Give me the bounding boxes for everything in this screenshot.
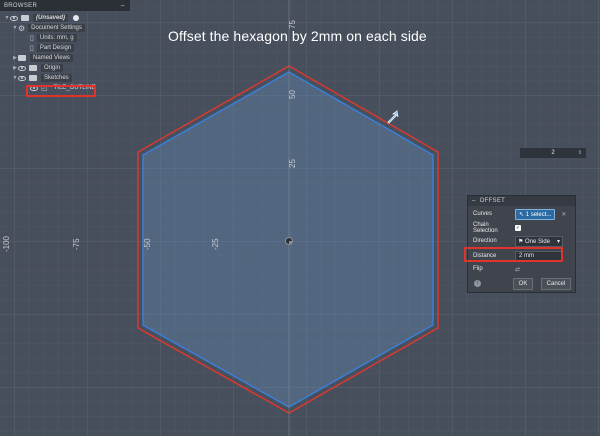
- offset-dialog: – OFFSET Curves ↖ 1 select... ✕ Chain Se…: [467, 195, 576, 293]
- tree-units[interactable]: ▯ Units: mm, g: [30, 33, 130, 43]
- ok-button[interactable]: OK: [513, 278, 533, 290]
- browser-panel: BROWSER ⇔ ▼ (Unsaved) ▼ ⚙ Document Setti…: [0, 0, 130, 93]
- curves-row: Curves ↖ 1 select... ✕: [473, 208, 566, 220]
- x-axis-label-1: -75: [72, 238, 81, 250]
- curves-select-button[interactable]: ↖ 1 select...: [515, 208, 556, 220]
- eye-icon[interactable]: [18, 65, 26, 71]
- origin-point[interactable]: [285, 237, 293, 245]
- cursor-arrow-icon: [387, 110, 399, 124]
- document-icon: [21, 15, 29, 21]
- y-axis-label-1: 50: [288, 90, 297, 99]
- curves-select-text: 1 select...: [525, 211, 552, 218]
- tree-part-design[interactable]: ▯ Part Design: [30, 43, 130, 53]
- offset-dialog-header: – OFFSET: [468, 196, 575, 206]
- tree-document-settings[interactable]: ▼ ⚙ Document Settings: [12, 23, 130, 33]
- part-design-label: Part Design: [36, 44, 75, 52]
- chevron-down-icon: ▾: [556, 238, 560, 245]
- eye-icon[interactable]: [10, 15, 18, 21]
- direction-label: Direction: [473, 238, 497, 244]
- folder-icon: [29, 75, 37, 81]
- units-label: Units: mm, g: [36, 34, 77, 42]
- distance-value-text: 2: [551, 150, 555, 156]
- chain-selection-row: Chain Selection ✓: [473, 222, 521, 234]
- collapse-dash-icon[interactable]: –: [472, 198, 476, 204]
- chain-selection-checkbox[interactable]: ✓: [515, 225, 521, 231]
- tree-root[interactable]: ▼ (Unsaved): [4, 13, 130, 23]
- root-label: (Unsaved): [33, 14, 69, 22]
- record-icon[interactable]: [73, 15, 80, 21]
- flip-icon[interactable]: ⇄: [515, 266, 520, 273]
- direction-value: One Side: [525, 238, 551, 245]
- cancel-button[interactable]: Cancel: [541, 278, 571, 290]
- tile-outline-highlight: [26, 85, 96, 97]
- tree-named-views[interactable]: ▶ Named Views: [12, 53, 130, 63]
- distance-value-input[interactable]: 2 ⇕: [520, 148, 586, 158]
- chain-selection-label: Chain Selection: [473, 222, 498, 234]
- curves-label: Curves: [473, 211, 493, 217]
- direction-flag-icon: ⚑: [518, 238, 526, 245]
- eye-icon[interactable]: [18, 75, 26, 81]
- clear-selection-icon[interactable]: ✕: [561, 211, 566, 218]
- collapse-icon[interactable]: ⇔: [120, 3, 126, 9]
- named-views-label: Named Views: [30, 54, 73, 62]
- browser-title: BROWSER: [4, 2, 38, 9]
- offset-dialog-title: OFFSET: [479, 198, 506, 204]
- direction-row: Direction ⚑ One Side ▾: [473, 235, 563, 247]
- info-icon[interactable]: i: [474, 280, 481, 287]
- tree-sketches[interactable]: ▼ Sketches: [12, 73, 130, 83]
- folder-icon: [18, 55, 26, 61]
- y-axis-label-2: 25: [288, 159, 297, 168]
- x-axis-label-0: -100: [2, 235, 11, 252]
- browser-header: BROWSER ⇔: [0, 0, 130, 11]
- distance-highlight: [464, 247, 563, 262]
- units-icon: ▯: [30, 35, 34, 42]
- origin-label: Origin: [41, 64, 64, 72]
- tree-origin[interactable]: ▶ Origin: [12, 63, 130, 73]
- cursor-icon: ↖: [519, 211, 526, 218]
- sketches-label: Sketches: [41, 74, 72, 82]
- x-axis-label-3: -25: [211, 238, 220, 250]
- x-axis-label-2: -50: [143, 238, 152, 250]
- instruction-text: Offset the hexagon by 2mm on each side: [168, 28, 427, 44]
- direction-dropdown[interactable]: ⚑ One Side ▾: [515, 235, 563, 247]
- document-settings-label: Document Settings: [28, 24, 85, 32]
- spinner-icon[interactable]: ⇕: [578, 150, 582, 156]
- folder-icon: [29, 65, 37, 71]
- flip-row: Flip ⇄: [473, 264, 520, 274]
- flip-label: Flip: [473, 266, 483, 272]
- design-icon: ▯: [30, 45, 34, 52]
- gear-icon: ⚙: [18, 23, 26, 33]
